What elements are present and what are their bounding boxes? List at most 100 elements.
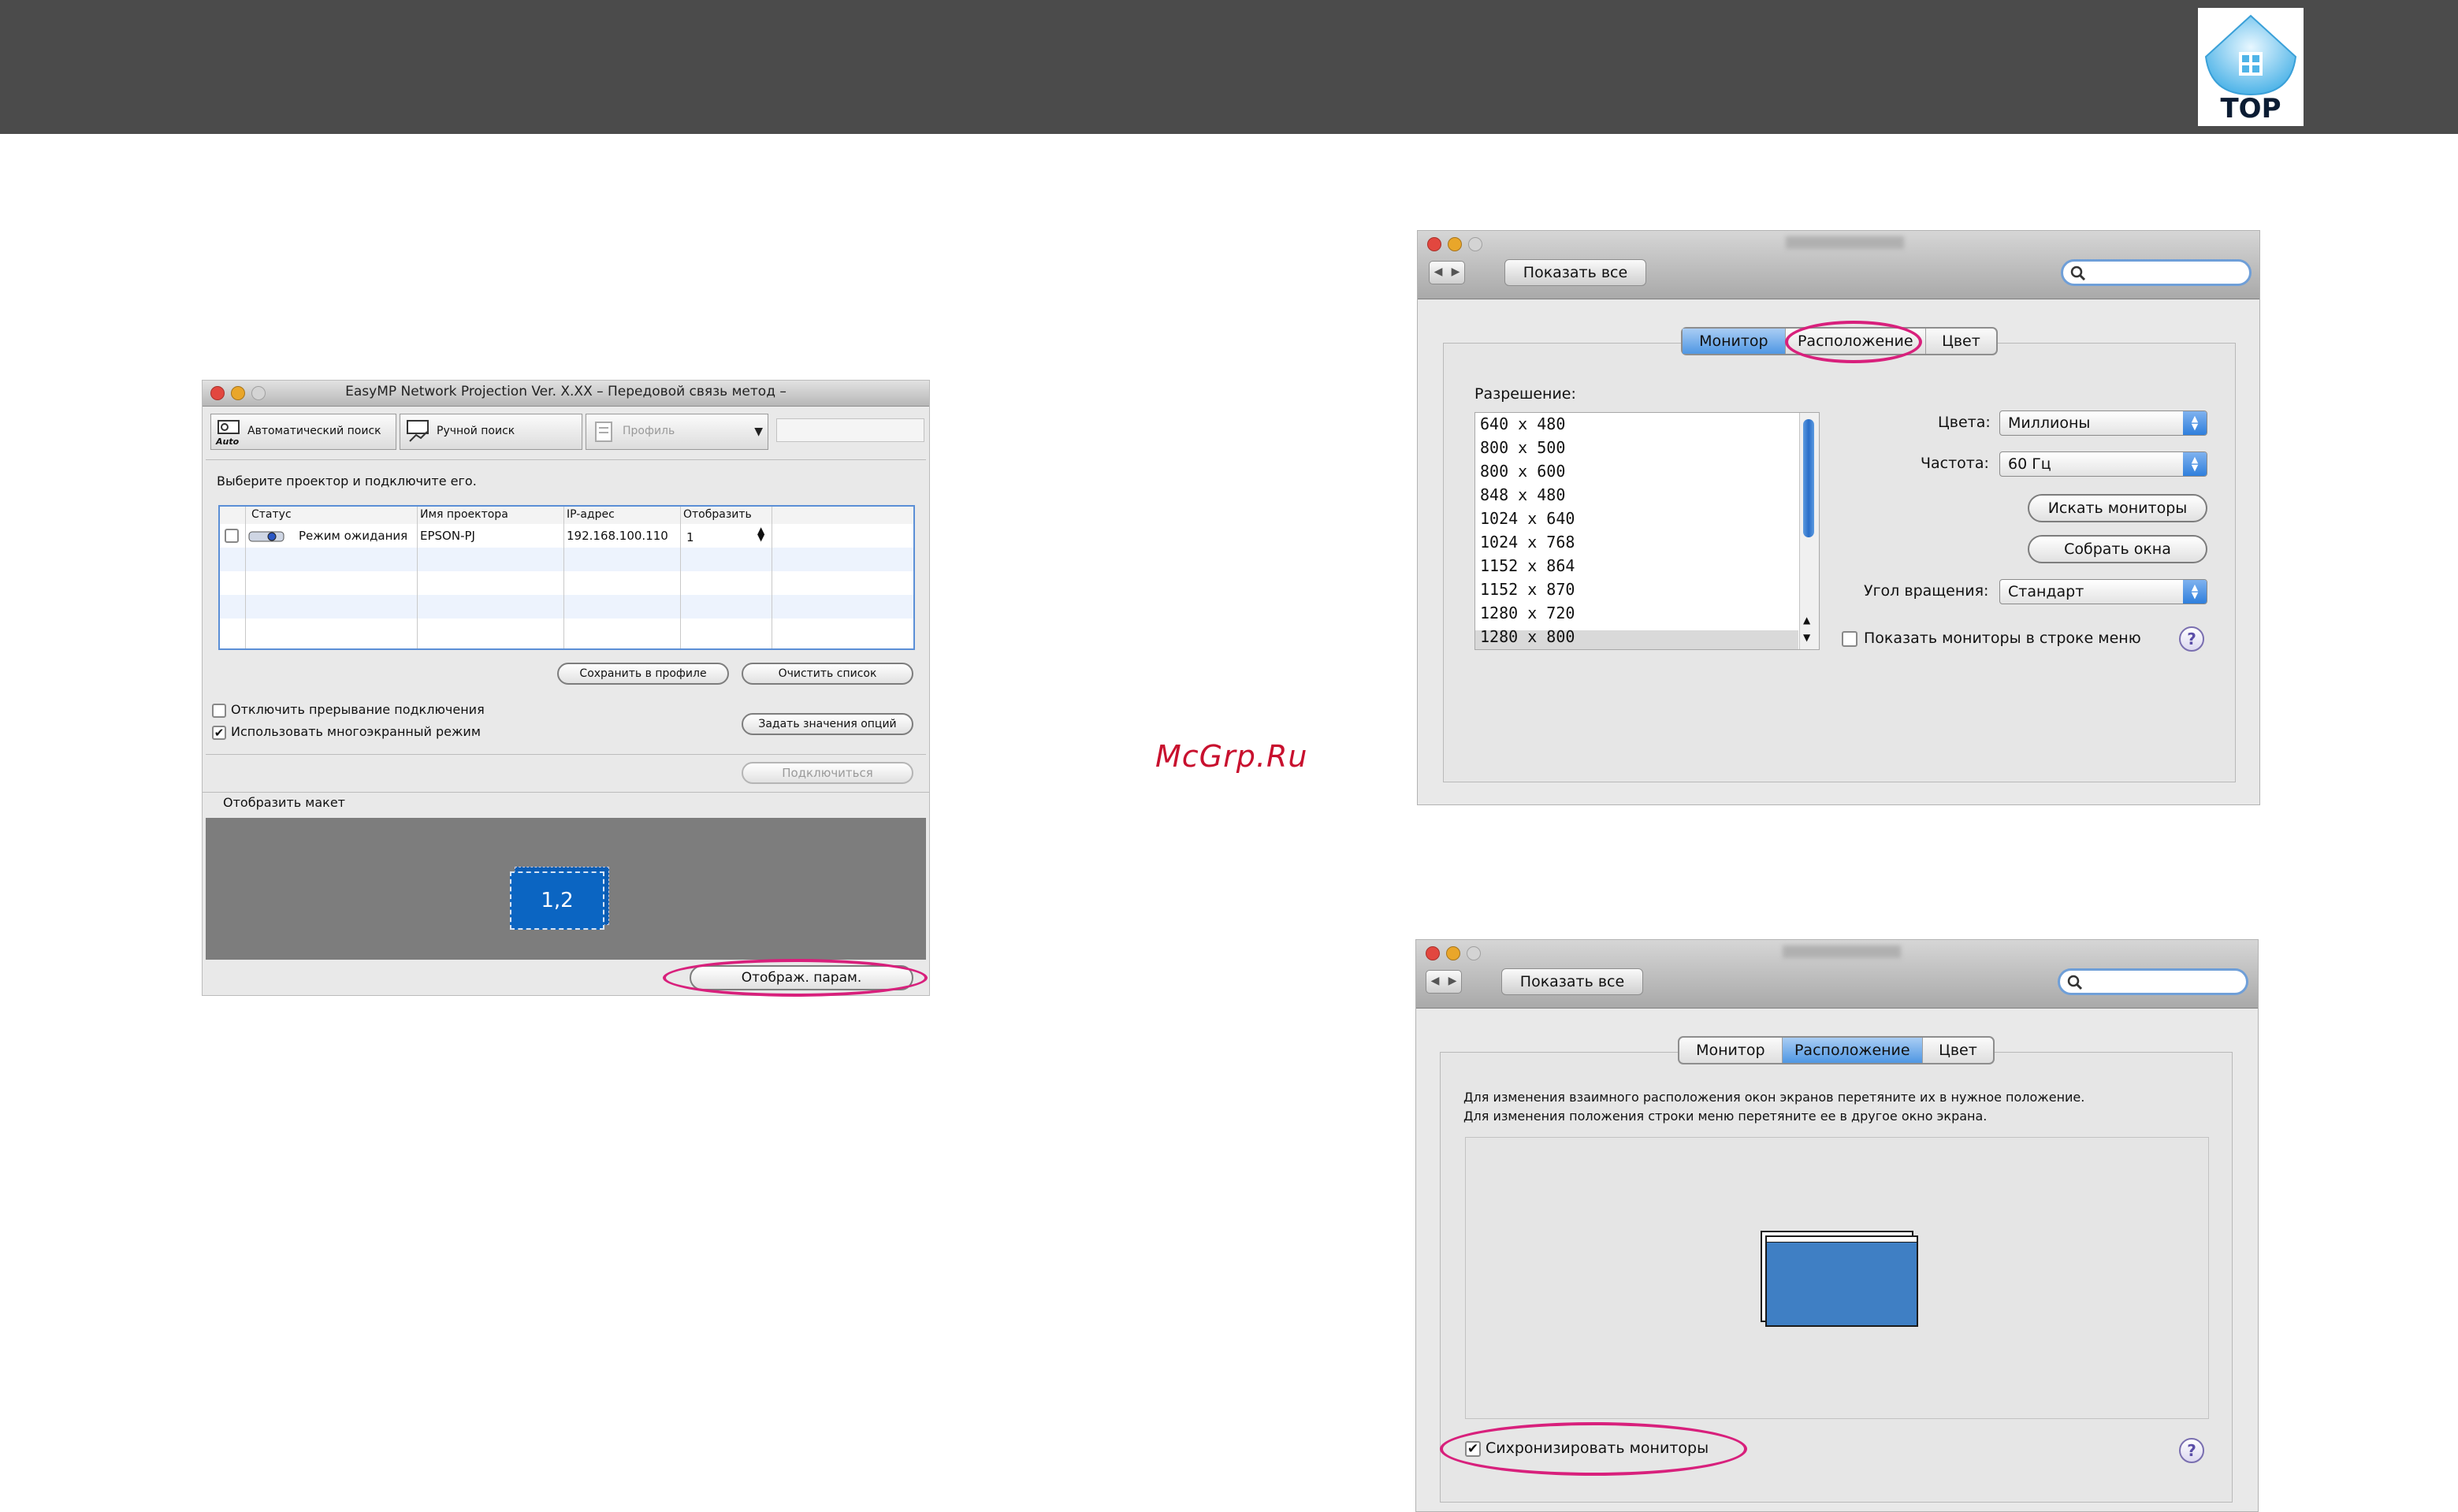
resolution-item[interactable]: 640 x 480 bbox=[1480, 414, 1565, 433]
top-link[interactable]: TOP bbox=[2198, 8, 2304, 126]
scroll-arrows-icon[interactable]: ▲ ▼ bbox=[1803, 611, 1810, 646]
resolution-item[interactable]: 1152 x 864 bbox=[1480, 556, 1575, 575]
easymp-titlebar[interactable]: EasyMP Network Projection Ver. X.XX – Пе… bbox=[203, 381, 929, 407]
row-checkbox[interactable] bbox=[225, 529, 239, 543]
status-text: Режим ожидания bbox=[299, 529, 408, 543]
layout-area: 1,2 bbox=[206, 818, 926, 960]
refresh-select[interactable]: 60 Гц ▲ ▼ bbox=[1999, 451, 2207, 477]
minimize-button[interactable] bbox=[1448, 237, 1462, 251]
auto-search-button[interactable]: Auto Автоматический поиск bbox=[210, 414, 396, 450]
tab-arrangement[interactable]: Расположение bbox=[1782, 1038, 1923, 1063]
back-forward-buttons[interactable]: ◀ ▶ bbox=[1429, 261, 1465, 284]
resolution-item[interactable]: 1024 x 640 bbox=[1480, 509, 1575, 528]
zoom-button[interactable] bbox=[1468, 237, 1482, 251]
table-row[interactable]: Режим ожидания EPSON-PJ 192.168.100.110 … bbox=[220, 524, 913, 548]
display-number[interactable]: 1 bbox=[686, 530, 694, 544]
zoom-button[interactable] bbox=[1467, 946, 1481, 960]
column-divider bbox=[680, 507, 681, 648]
gather-windows-button[interactable]: Собрать окна bbox=[2028, 535, 2207, 563]
disable-interrupt-checkbox[interactable] bbox=[212, 704, 226, 718]
auto-badge: Auto bbox=[216, 437, 240, 447]
resolution-list[interactable]: 640 x 480 800 x 500 800 x 600 848 x 480 … bbox=[1474, 412, 1820, 650]
highlight-ellipse bbox=[1440, 1422, 1747, 1476]
popup-arrows-icon[interactable]: ▲ ▼ bbox=[2183, 411, 2207, 435]
menu-bar-checkbox[interactable] bbox=[1842, 631, 1857, 647]
column-header[interactable]: Статус bbox=[251, 508, 292, 521]
show-all-button[interactable]: Показать все bbox=[1501, 968, 1643, 995]
rotation-select[interactable]: Стандарт ▲ ▼ bbox=[1999, 579, 2207, 604]
tab-color[interactable]: Цвет bbox=[1926, 329, 1996, 354]
tab-monitor[interactable]: Монитор bbox=[1683, 329, 1786, 354]
resolution-item[interactable]: 848 x 480 bbox=[1480, 485, 1565, 504]
close-button[interactable] bbox=[1427, 237, 1441, 251]
tab-monitor[interactable]: Монитор bbox=[1679, 1038, 1783, 1063]
resolution-item-selected[interactable]: 1280 x 800 bbox=[1480, 627, 1575, 646]
search-input[interactable] bbox=[2058, 968, 2248, 995]
window-title: EasyMP Network Projection Ver. X.XX – Пе… bbox=[345, 384, 786, 399]
tab-color[interactable]: Цвет bbox=[1923, 1038, 1993, 1063]
instruction-text: Выберите проектор и подключите его. bbox=[217, 474, 477, 489]
multi-screen-checkbox[interactable]: ✔ bbox=[212, 726, 226, 740]
divider bbox=[206, 754, 926, 755]
back-icon[interactable]: ◀ bbox=[1430, 266, 1447, 278]
ip-address: 192.168.100.110 bbox=[567, 529, 668, 543]
profile-button[interactable]: Профиль ▼ bbox=[586, 414, 768, 450]
highlight-ellipse bbox=[1785, 321, 1922, 363]
detect-displays-button[interactable]: Искать мониторы bbox=[2028, 494, 2207, 522]
resolution-item[interactable]: 1152 x 870 bbox=[1480, 580, 1575, 599]
column-header[interactable]: IP-адрес bbox=[567, 508, 615, 521]
show-all-button[interactable]: Показать все bbox=[1504, 259, 1646, 286]
table-row-empty bbox=[220, 548, 913, 571]
resolution-label: Разрешение: bbox=[1474, 385, 1576, 403]
profile-icon bbox=[595, 422, 612, 442]
display-screen[interactable] bbox=[1765, 1235, 1918, 1327]
display-prefs-arrangement-window: ◀ ▶ Показать все Монитор Расположение Цве… bbox=[1415, 939, 2259, 1512]
manual-search-button[interactable]: Ручной поиск bbox=[400, 414, 582, 450]
stepper-icon[interactable]: ▲ ▼ bbox=[757, 526, 764, 542]
rotation-value: Стандарт bbox=[2008, 583, 2084, 600]
resolution-item[interactable]: 800 x 500 bbox=[1480, 438, 1565, 457]
highlight-ellipse bbox=[663, 959, 928, 997]
help-button[interactable]: ? bbox=[2179, 1438, 2204, 1463]
close-button[interactable] bbox=[1426, 946, 1440, 960]
help-button[interactable]: ? bbox=[2179, 626, 2204, 652]
instruction-line-2: Для изменения положения строки меню пере… bbox=[1463, 1109, 1988, 1124]
save-profile-button[interactable]: Сохранить в профиле bbox=[557, 663, 729, 685]
minimize-button[interactable] bbox=[1446, 946, 1460, 960]
scroll-thumb[interactable] bbox=[1803, 419, 1814, 537]
window-title-blurred bbox=[1786, 236, 1904, 249]
column-header[interactable]: Имя проектора bbox=[420, 508, 508, 521]
refresh-value: 60 Гц bbox=[2008, 455, 2051, 473]
column-header[interactable]: Отобразить bbox=[683, 508, 752, 521]
connect-button[interactable]: Подключиться bbox=[742, 762, 913, 784]
forward-icon[interactable]: ▶ bbox=[1447, 266, 1464, 278]
search-input[interactable] bbox=[2061, 259, 2252, 286]
column-divider bbox=[563, 507, 564, 648]
arrangement-area bbox=[1465, 1137, 2209, 1419]
layout-screen[interactable]: 1,2 bbox=[510, 871, 604, 930]
clear-list-button[interactable]: Очистить список bbox=[742, 663, 913, 685]
layout-label: Отобразить макет bbox=[223, 795, 345, 810]
window-title-blurred bbox=[1783, 945, 1901, 958]
forward-icon[interactable]: ▶ bbox=[1444, 975, 1461, 987]
menu-bar-strip[interactable] bbox=[1767, 1237, 1917, 1243]
set-options-button[interactable]: Задать значения опций bbox=[742, 713, 913, 735]
projector-table: Статус Имя проектора IP-адрес Отобразить… bbox=[218, 505, 915, 650]
colors-value: Миллионы bbox=[2008, 414, 2091, 432]
resolution-item[interactable]: 1024 x 768 bbox=[1480, 533, 1575, 552]
back-forward-buttons[interactable]: ◀ ▶ bbox=[1426, 970, 1462, 994]
search-icon bbox=[2070, 266, 2086, 281]
back-icon[interactable]: ◀ bbox=[1426, 975, 1444, 987]
resolution-item[interactable]: 1280 x 720 bbox=[1480, 604, 1575, 622]
divider bbox=[206, 459, 926, 460]
popup-arrows-icon[interactable]: ▲ ▼ bbox=[2183, 452, 2207, 476]
disable-interrupt-label: Отключить прерывание подключения bbox=[231, 702, 485, 717]
popup-arrows-icon[interactable]: ▲ ▼ bbox=[2183, 580, 2207, 604]
colors-select[interactable]: Миллионы ▲ ▼ bbox=[1999, 411, 2207, 436]
profile-field[interactable] bbox=[776, 418, 924, 442]
projector-name: EPSON-PJ bbox=[420, 529, 475, 543]
scrollbar[interactable]: ▲ ▼ bbox=[1799, 413, 1819, 649]
chevron-down-icon[interactable]: ▼ bbox=[754, 425, 763, 438]
resolution-item[interactable]: 800 x 600 bbox=[1480, 462, 1565, 481]
page-header-bar bbox=[0, 0, 2458, 134]
